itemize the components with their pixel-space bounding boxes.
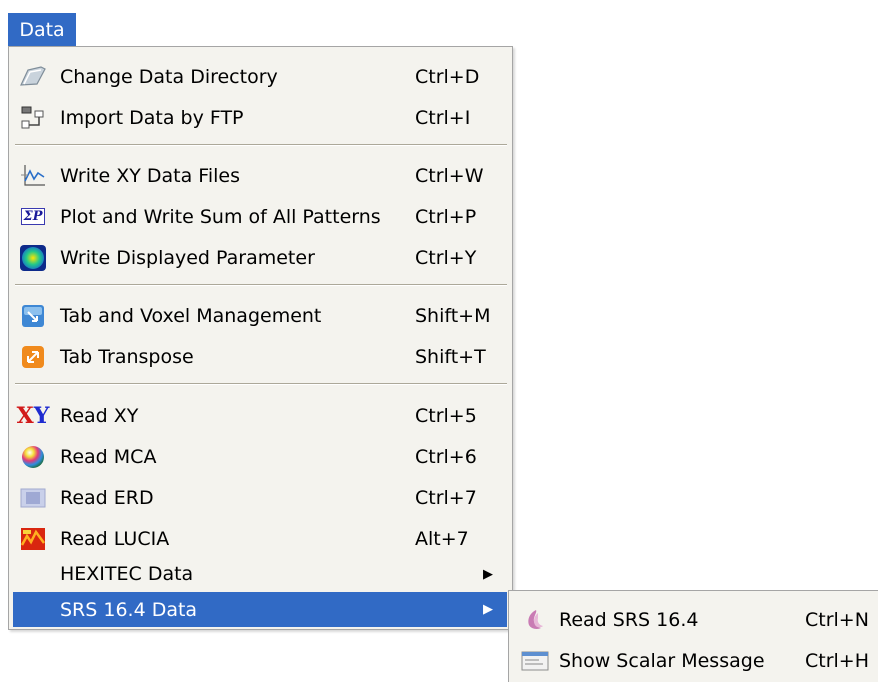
xy-icon-x: X [16,402,34,429]
menu-data[interactable]: Data [8,13,76,46]
xy-graph-icon [19,162,47,190]
menu-item-label: Read LUCIA [60,527,170,550]
color-sphere-icon [19,443,47,471]
menu-item-label: Plot and Write Sum of All Patterns [60,205,381,228]
menu-item-label: Tab and Voxel Management [60,304,322,327]
folder-icon [19,63,47,91]
srs-icon [521,606,549,634]
menu-item-label: HEXITEC Data [60,563,194,585]
shortcut-text: Ctrl+D [415,65,480,88]
lucia-icon [19,525,47,553]
shortcut-text: Ctrl+7 [415,486,477,509]
data-menu-dropdown: Change Data Directory Ctrl+D Import Data… [8,46,513,630]
submenu-arrow-icon: ▶ [483,602,493,617]
erd-icon [19,484,47,512]
submenu-arrow-icon: ▶ [483,566,493,582]
menu-item-label: Read MCA [60,445,157,468]
menu-item-read-erd[interactable]: Read ERD Ctrl+7 [13,477,507,518]
shortcut-text: Ctrl+I [415,106,471,129]
menu-item-import-data-by-ftp[interactable]: Import Data by FTP Ctrl+I [13,97,507,138]
menu-item-read-srs-16-4[interactable]: Read SRS 16.4 Ctrl+N [511,599,877,640]
menu-item-read-lucia[interactable]: Read LUCIA Alt+7 [13,518,507,559]
srs-submenu: Read SRS 16.4 Ctrl+N Show Scalar Message… [508,590,878,682]
sigma-p-icon: ΣP [19,203,47,231]
menu-separator [15,144,507,146]
parameter-map-icon [19,244,47,272]
transpose-icon [19,343,47,371]
shortcut-text: Ctrl+N [805,608,869,631]
voxel-icon [19,302,47,330]
menu-item-label: Read SRS 16.4 [559,608,699,631]
menu-item-label: Import Data by FTP [60,106,244,129]
xy-icon-y: Y [33,402,50,429]
shortcut-text: Shift+T [415,345,486,368]
shortcut-text: Ctrl+W [415,164,484,187]
menu-item-label: Write XY Data Files [60,164,240,187]
menu-item-show-scalar-message[interactable]: Show Scalar Message Ctrl+H [511,640,877,681]
menu-item-label: SRS 16.4 Data [60,598,198,621]
menu-item-srs-16-4-data[interactable]: SRS 16.4 Data ▶ [13,592,507,627]
menu-item-label: Write Displayed Parameter [60,246,315,269]
xy-text-icon: XY [16,402,50,430]
network-icon [19,104,47,132]
menu-item-read-mca[interactable]: Read MCA Ctrl+6 [13,436,507,477]
shortcut-text: Ctrl+H [805,649,870,672]
menu-item-label: Tab Transpose [60,345,194,368]
shortcut-text: Ctrl+5 [415,404,477,427]
menu-item-label: Show Scalar Message [559,649,765,672]
menu-item-change-data-directory[interactable]: Change Data Directory Ctrl+D [13,56,507,97]
shortcut-text: Alt+7 [415,527,469,550]
message-window-icon [521,647,549,675]
menu-item-label: Change Data Directory [60,65,278,88]
menu-item-tab-and-voxel-management[interactable]: Tab and Voxel Management Shift+M [13,295,507,336]
sigma-p-icon-text: ΣP [20,208,46,225]
menu-item-write-xy-data-files[interactable]: Write XY Data Files Ctrl+W [13,155,507,196]
menu-separator [15,284,507,286]
shortcut-text: Shift+M [415,304,491,327]
menu-item-label: Read ERD [60,486,154,509]
menu-item-hexitec-data[interactable]: HEXITEC Data ▶ [13,556,507,592]
menu-item-plot-and-write-sum[interactable]: ΣP Plot and Write Sum of All Patterns Ct… [13,196,507,237]
menu-separator [15,383,507,385]
menu-item-label: Read XY [60,404,139,427]
shortcut-text: Ctrl+P [415,205,477,228]
shortcut-text: Ctrl+6 [415,445,477,468]
menu-item-tab-transpose[interactable]: Tab Transpose Shift+T [13,336,507,377]
shortcut-text: Ctrl+Y [415,246,477,269]
menu-item-read-xy[interactable]: XY Read XY Ctrl+5 [13,395,507,436]
menu-item-write-displayed-parameter[interactable]: Write Displayed Parameter Ctrl+Y [13,237,507,278]
